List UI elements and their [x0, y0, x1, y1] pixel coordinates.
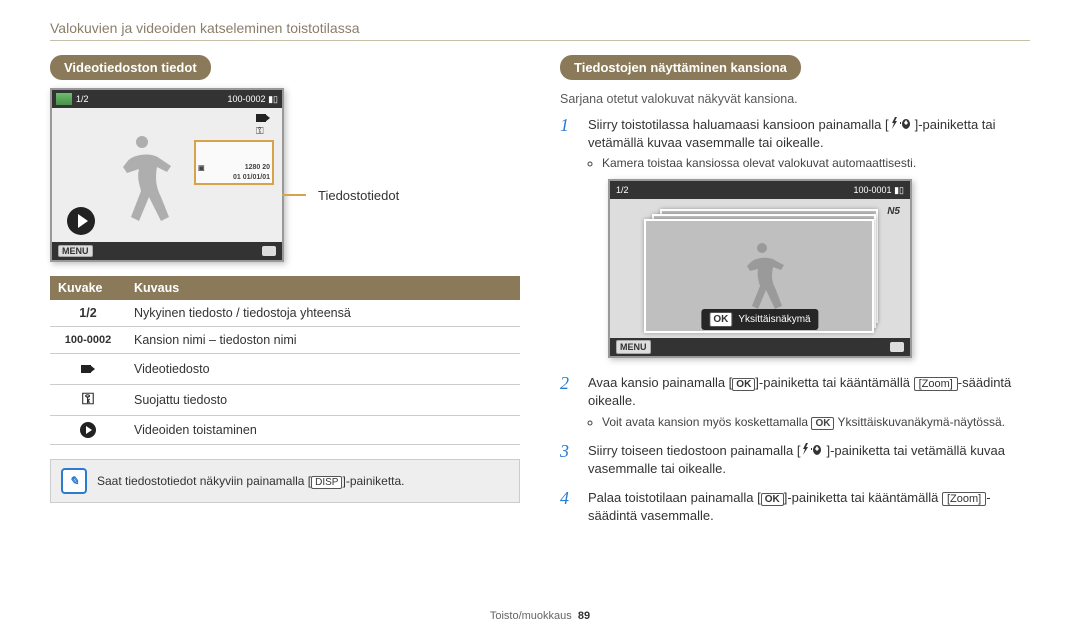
step-number: 3	[560, 442, 578, 477]
flash-macro-icon	[889, 117, 915, 129]
table-row: 1/2Nykyinen tiedosto / tiedostoja yhteen…	[50, 300, 520, 327]
menu-label: MENU	[58, 245, 93, 257]
desc-cell: Kansion nimi – tiedoston nimi	[126, 327, 520, 354]
desc-cell: Videotiedosto	[126, 354, 520, 385]
video-screen: 1/2 100-0002 ▮▯ ⚿	[50, 88, 284, 262]
table-row: 100-0002Kansion nimi – tiedoston nimi	[50, 327, 520, 354]
desc-cell: Videoiden toistaminen	[126, 416, 520, 445]
ok-chip: OK	[761, 493, 784, 506]
ok-chip: OK	[811, 417, 834, 430]
icon-cell: 1/2	[50, 300, 126, 327]
play-icon	[80, 422, 96, 438]
chapter-title: Valokuvien ja videoiden katseleminen toi…	[50, 20, 1030, 36]
icon-cell	[50, 354, 126, 385]
disp-chip: DISP	[311, 476, 342, 489]
steps-list: 1 Siirry toistotilassa haluamaasi kansio…	[560, 116, 1030, 525]
desc-cell: Suojattu tiedosto	[126, 385, 520, 416]
table-row: Videoiden toistaminen	[50, 416, 520, 445]
dancer-silhouette	[107, 130, 177, 230]
play-icon	[67, 207, 95, 235]
step-bullet: Kamera toistaa kansiossa olevat valokuva…	[602, 155, 1030, 171]
tip-text: Saat tiedostotiedot näkyviin painamalla …	[97, 474, 405, 488]
step-item: 1 Siirry toistotilassa haluamaasi kansio…	[560, 116, 1030, 362]
menu-label: MENU	[616, 340, 651, 354]
info-icon: ✎	[61, 468, 87, 494]
ok-chip: OK	[709, 312, 732, 328]
step-number: 4	[560, 489, 578, 524]
mode-icon	[890, 342, 904, 352]
step-number: 2	[560, 374, 578, 430]
page-footer: Toisto/muokkaus 89	[0, 610, 1080, 622]
table-head-icon: Kuvake	[50, 276, 126, 300]
file-info-overlay: ▣1280 20 01 01/01/01	[194, 140, 274, 185]
icon-cell	[50, 416, 126, 445]
table-row: Videotiedosto	[50, 354, 520, 385]
section-title-left: Videotiedoston tiedot	[50, 55, 211, 80]
step-item: 4 Palaa toistotilaan painamalla [OK]-pai…	[560, 489, 1030, 524]
ok-pill: OK Yksittäisnäkymä	[701, 309, 818, 331]
count-badge: N5	[887, 205, 900, 219]
table-head-desc: Kuvaus	[126, 276, 520, 300]
page-number: 89	[578, 610, 590, 622]
battery-icon: ▮▯	[894, 185, 904, 195]
folder-topbar: 1/2 100-0001 ▮▯	[610, 181, 910, 199]
icon-legend-table: Kuvake Kuvaus 1/2Nykyinen tiedosto / tie…	[50, 276, 520, 445]
thumbnail-icon	[56, 93, 72, 105]
file-number: 100-0002	[228, 94, 266, 104]
ok-pill-label: Yksittäisnäkymä	[738, 313, 810, 327]
folder-bottombar: MENU	[610, 338, 910, 356]
zoom-chip: [Zoom]	[942, 492, 986, 506]
section-title-right: Tiedostojen näyttäminen kansiona	[560, 55, 801, 80]
footer-section: Toisto/muokkaus	[490, 610, 572, 622]
table-row: Suojattu tiedosto	[50, 385, 520, 416]
folder-preview: 1/2 100-0001 ▮▯ N5	[608, 179, 912, 358]
ok-chip: OK	[732, 378, 755, 391]
video-bottombar: MENU	[52, 242, 282, 260]
intro-line: Sarjana otetut valokuvat näkyvät kansion…	[560, 92, 1030, 106]
file-counter: 1/2	[616, 184, 629, 196]
key-icon	[79, 391, 97, 409]
divider	[50, 40, 1030, 41]
step-item: 2 Avaa kansio painamalla [OK]-painiketta…	[560, 374, 1030, 430]
icon-cell: 100-0002	[50, 327, 126, 354]
video-preview: 1/2 100-0002 ▮▯ ⚿	[50, 88, 520, 262]
mode-icon	[262, 246, 276, 256]
step-item: 3 Siirry toiseen tiedostoon painamalla […	[560, 442, 1030, 477]
step-bullet: Voit avata kansion myös koskettamalla OK…	[602, 414, 1030, 431]
tip-box: ✎ Saat tiedostotiedot näkyviin painamall…	[50, 459, 520, 503]
camcorder-icon	[256, 114, 270, 122]
file-counter: 1/2	[76, 94, 89, 104]
video-topbar: 1/2 100-0002 ▮▯	[52, 90, 282, 108]
flash-macro-icon	[800, 443, 826, 455]
file-number: 100-0001	[854, 185, 892, 195]
icon-cell	[50, 385, 126, 416]
step-number: 1	[560, 116, 578, 362]
callout-label: Tiedostotiedot	[318, 188, 399, 203]
callout-line	[282, 194, 306, 196]
battery-icon: ▮▯	[268, 94, 278, 104]
zoom-chip: [Zoom]	[914, 377, 958, 391]
desc-cell: Nykyinen tiedosto / tiedostoja yhteensä	[126, 300, 520, 327]
key-icon: ⚿	[256, 126, 270, 137]
camcorder-icon	[79, 360, 97, 378]
